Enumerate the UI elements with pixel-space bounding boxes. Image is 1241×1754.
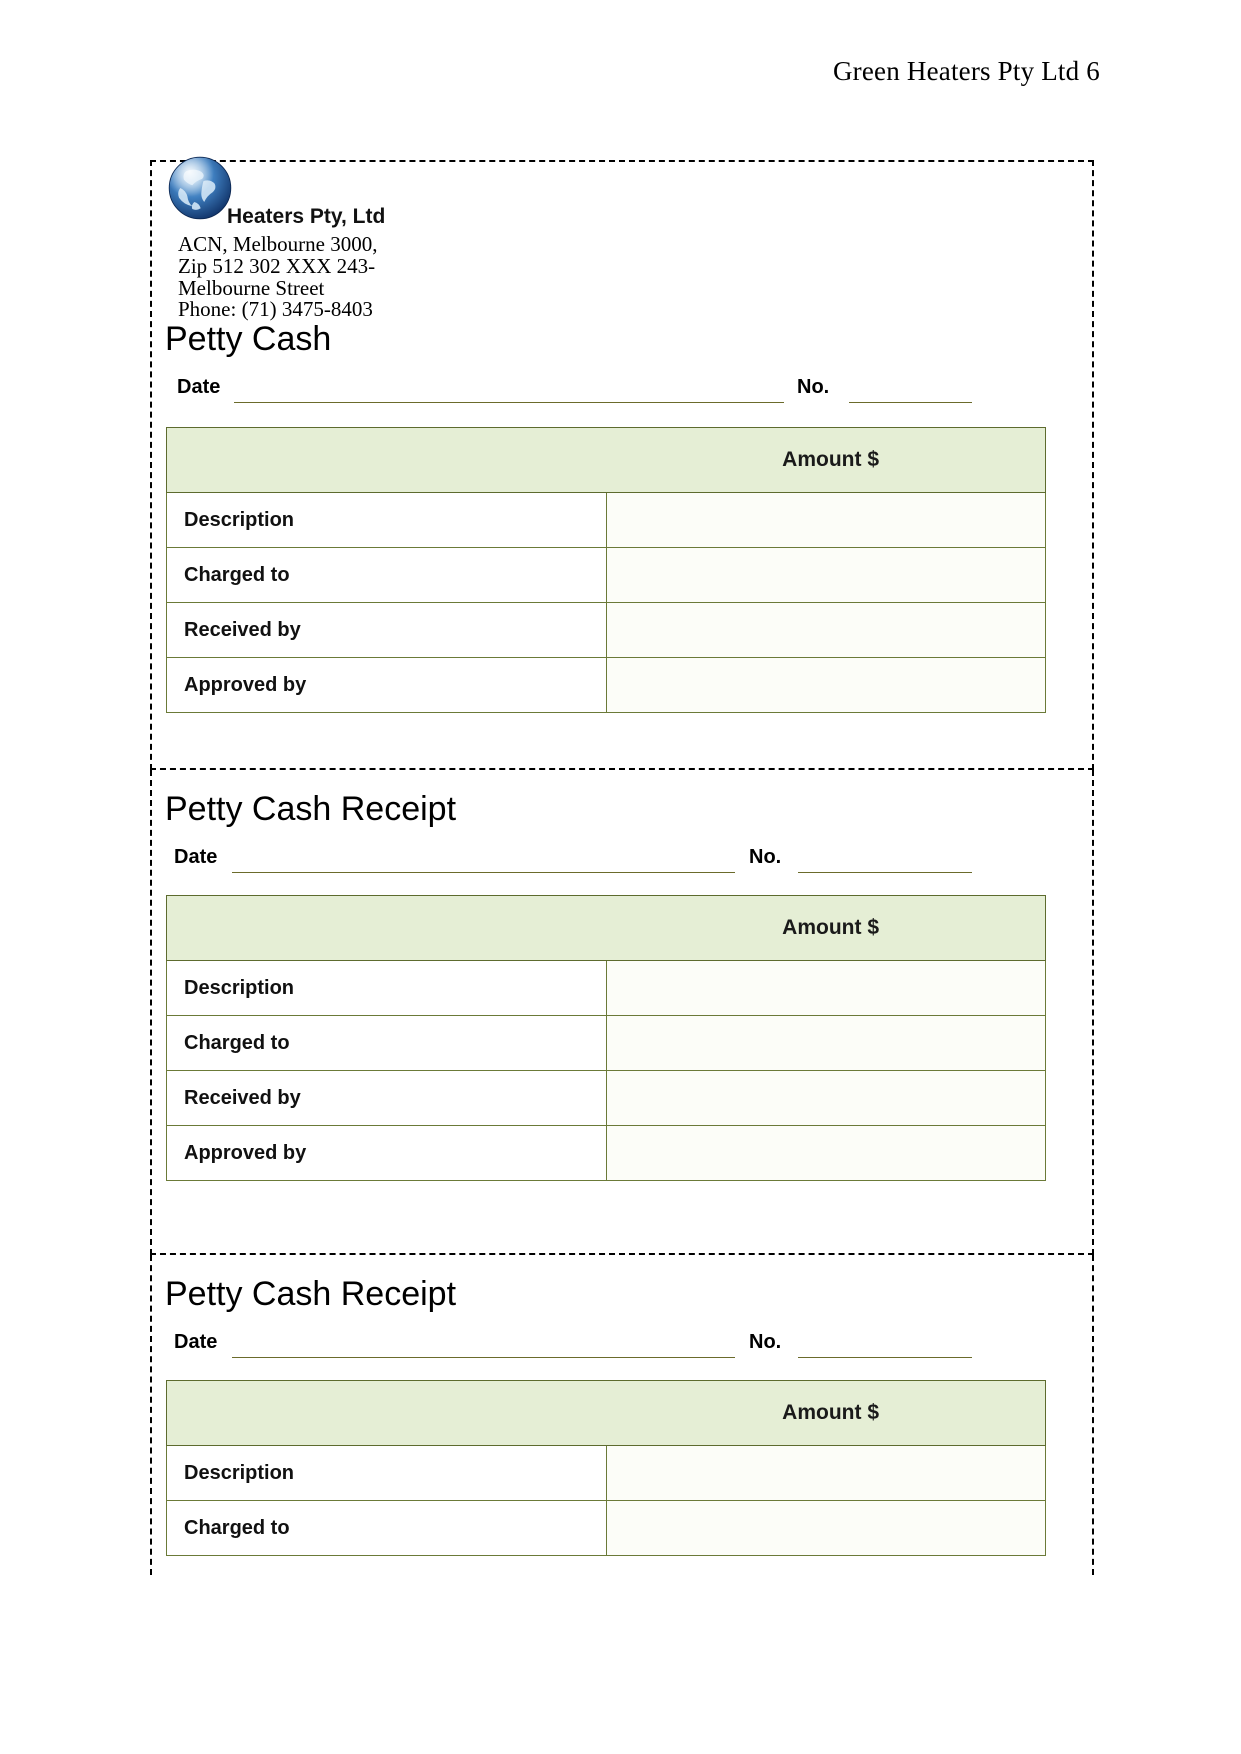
date-input[interactable] [234, 402, 784, 403]
charged-to-input[interactable] [605, 1015, 1046, 1071]
date-label: Date [177, 376, 221, 398]
description-label: Description [166, 960, 607, 1016]
company-name: Heaters Pty, Ltd [227, 205, 386, 228]
charged-to-label: Charged to [166, 1500, 607, 1556]
table-row: Charged to [166, 1015, 1046, 1071]
petty-cash-receipt-section-1: Petty Cash Receipt Date No. Amount $ Des… [150, 770, 1094, 1255]
approved-by-label: Approved by [166, 657, 607, 713]
petty-cash-title: Petty Cash [165, 320, 332, 358]
table-header-row: Amount $ [166, 427, 1046, 493]
company-address: ACN, Melbourne 3000, Zip 512 302 XXX 243… [178, 232, 378, 322]
petty-cash-receipt-table: Amount $ Description Charged to [166, 1380, 1046, 1556]
date-label: Date [174, 846, 218, 868]
number-input[interactable] [798, 1357, 972, 1358]
page-running-header: Green Heaters Pty Ltd 6 [832, 56, 1100, 86]
company-address-line-3: Melbourne Street [178, 275, 325, 300]
amount-header: Amount $ [166, 895, 1046, 961]
description-label: Description [166, 492, 607, 548]
table-row: Received by [166, 1070, 1046, 1126]
number-input[interactable] [849, 402, 972, 403]
table-header-row: Amount $ [166, 1380, 1046, 1446]
petty-cash-receipt-title: Petty Cash Receipt [165, 790, 457, 828]
date-input[interactable] [232, 1357, 735, 1358]
table-row: Received by [166, 602, 1046, 658]
globe-icon [168, 156, 232, 220]
company-address-line-2: Zip 512 302 XXX 243- [178, 253, 376, 278]
petty-cash-receipt-title: Petty Cash Receipt [165, 1275, 457, 1313]
date-input[interactable] [232, 872, 735, 873]
description-label: Description [166, 1445, 607, 1501]
received-by-label: Received by [166, 602, 607, 658]
date-label: Date [174, 1331, 218, 1353]
table-row: Charged to [166, 1500, 1046, 1556]
number-label: No. [749, 1331, 782, 1353]
description-input[interactable] [605, 1445, 1046, 1501]
amount-header: Amount $ [166, 1380, 1046, 1446]
table-row: Approved by [166, 1125, 1046, 1181]
date-number-row: Date No. [152, 1331, 1092, 1365]
number-label: No. [749, 846, 782, 868]
approved-by-input[interactable] [605, 657, 1046, 713]
table-row: Charged to [166, 547, 1046, 603]
company-address-line-1: ACN, Melbourne 3000, [178, 232, 378, 256]
table-row: Description [166, 492, 1046, 548]
received-by-label: Received by [166, 1070, 607, 1126]
table-header-row: Amount $ [166, 895, 1046, 961]
table-row: Approved by [166, 657, 1046, 713]
charged-to-input[interactable] [605, 1500, 1046, 1556]
company-letterhead: Heaters Pty, Ltd ACN, Melbourne 3000, Zi… [165, 156, 665, 320]
description-input[interactable] [605, 960, 1046, 1016]
logo-row: Heaters Pty, Ltd [165, 156, 665, 234]
table-row: Description [166, 960, 1046, 1016]
date-number-row: Date No. [152, 846, 1092, 880]
petty-cash-receipt-table: Amount $ Description Charged to Received… [166, 895, 1046, 1181]
charged-to-label: Charged to [166, 1015, 607, 1071]
number-input[interactable] [798, 872, 972, 873]
description-input[interactable] [605, 492, 1046, 548]
charged-to-input[interactable] [605, 547, 1046, 603]
approved-by-input[interactable] [605, 1125, 1046, 1181]
received-by-input[interactable] [605, 1070, 1046, 1126]
petty-cash-section: Heaters Pty, Ltd ACN, Melbourne 3000, Zi… [150, 156, 1094, 770]
petty-cash-receipt-section-2: Petty Cash Receipt Date No. Amount $ Des… [150, 1255, 1094, 1575]
amount-header: Amount $ [166, 427, 1046, 493]
charged-to-label: Charged to [166, 547, 607, 603]
table-row: Description [166, 1445, 1046, 1501]
number-label: No. [797, 376, 830, 398]
company-address-line-4: Phone: (71) 3475-8403 [178, 297, 373, 322]
received-by-input[interactable] [605, 602, 1046, 658]
date-number-row: Date No. [152, 376, 1092, 410]
petty-cash-table: Amount $ Description Charged to Received… [166, 427, 1046, 713]
approved-by-label: Approved by [166, 1125, 607, 1181]
